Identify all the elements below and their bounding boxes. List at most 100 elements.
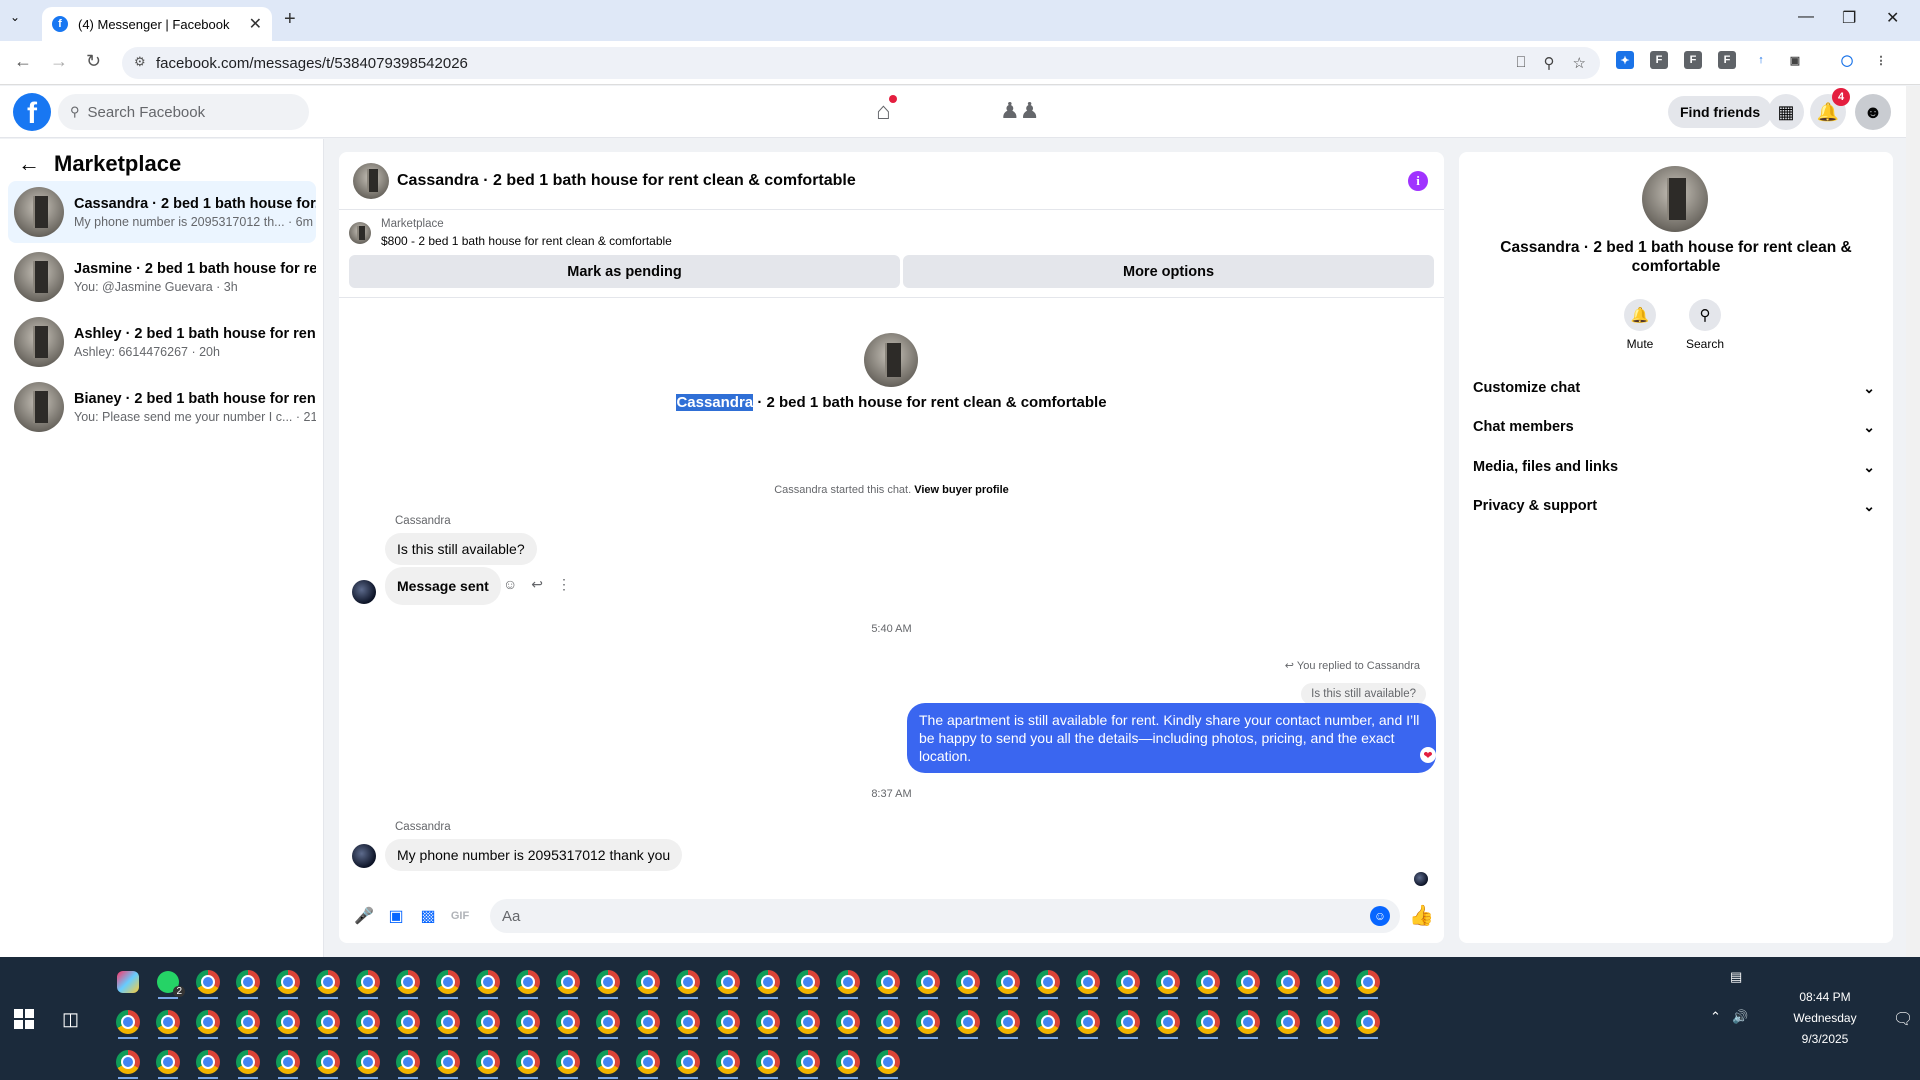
taskbar-chrome-window[interactable] <box>508 1005 548 1039</box>
taskbar-chrome-window[interactable] <box>588 1005 628 1039</box>
taskbar-chrome-window[interactable] <box>348 1005 388 1039</box>
taskbar-chrome-window[interactable] <box>428 1045 468 1079</box>
taskbar-chrome-window[interactable] <box>1188 965 1228 999</box>
info-icon[interactable]: i <box>1408 171 1428 191</box>
taskbar-chrome-window[interactable] <box>668 1045 708 1079</box>
display-icon[interactable]: ▤ <box>1730 969 1742 985</box>
message-bubble[interactable]: Message sent <box>385 567 501 605</box>
taskbar-copilot[interactable] <box>108 965 148 999</box>
taskbar-chrome-window[interactable] <box>668 1005 708 1039</box>
chat-members-section[interactable]: Chat members ⌄ <box>1473 410 1881 444</box>
task-view-icon[interactable]: ◫ <box>62 1009 79 1030</box>
extensions-menu-icon[interactable]: ▣ <box>1786 51 1804 69</box>
emoji-icon[interactable]: ☺ <box>1370 906 1390 926</box>
taskbar-chrome-window[interactable] <box>868 1005 908 1039</box>
details-avatar[interactable] <box>1642 166 1708 232</box>
friends-icon[interactable]: ♟♟ <box>1000 98 1039 124</box>
taskbar-chrome-window[interactable] <box>468 1045 508 1079</box>
taskbar-chrome-window[interactable] <box>988 1005 1028 1039</box>
media-files-links-section[interactable]: Media, files and links ⌄ <box>1473 450 1881 484</box>
taskbar-chrome-window[interactable] <box>1188 1005 1228 1039</box>
chat-avatar[interactable] <box>353 162 389 199</box>
taskbar-chrome-window[interactable] <box>548 965 588 999</box>
taskbar-chrome-window[interactable] <box>1228 965 1268 999</box>
page-scrollbar[interactable] <box>1906 86 1920 957</box>
clock[interactable]: 08:44 PM Wednesday 9/3/2025 <box>1770 987 1880 1050</box>
notifications-bell-icon[interactable]: 🔔 4 <box>1810 88 1850 130</box>
extension-f-icon[interactable]: F <box>1650 51 1668 69</box>
taskbar-chrome-window[interactable] <box>348 965 388 999</box>
taskbar-chrome-window[interactable] <box>1148 965 1188 999</box>
taskbar-chrome-window[interactable] <box>588 1045 628 1079</box>
privacy-support-section[interactable]: Privacy & support ⌄ <box>1473 489 1881 523</box>
taskbar-chrome-window[interactable] <box>428 965 468 999</box>
chrome-menu-icon[interactable]: ⋮ <box>1872 51 1890 69</box>
conversation-item[interactable]: Cassandra · 2 bed 1 bath house for... My… <box>8 181 316 243</box>
home-icon[interactable]: ⌂ <box>876 95 897 126</box>
mute-button[interactable]: 🔔 Mute <box>1610 299 1670 351</box>
address-bar[interactable]: ⚙ facebook.com/messages/t/53840793985420… <box>122 47 1600 79</box>
conversation-item[interactable]: Bianey · 2 bed 1 bath house for ren... Y… <box>8 376 316 438</box>
sender-avatar[interactable] <box>352 844 376 868</box>
microphone-icon[interactable]: 🎤 <box>353 906 375 926</box>
conversation-item[interactable]: Jasmine · 2 bed 1 bath house for re... Y… <box>8 246 316 308</box>
taskbar-chrome-window[interactable] <box>748 1045 788 1079</box>
taskbar-chrome-window[interactable] <box>588 965 628 999</box>
my-message-bubble[interactable]: The apartment is still available for ren… <box>907 703 1436 773</box>
taskbar-chrome-window[interactable] <box>868 1045 908 1079</box>
taskbar-chrome-window[interactable] <box>828 1005 868 1039</box>
taskbar-chrome-window[interactable] <box>1068 1005 1108 1039</box>
taskbar-chrome-window[interactable] <box>388 1005 428 1039</box>
minimize-icon[interactable]: — <box>1798 8 1814 26</box>
taskbar-chrome-window[interactable] <box>148 1005 188 1039</box>
taskbar-chrome-window[interactable] <box>628 1005 668 1039</box>
taskbar-chrome-window[interactable] <box>1348 965 1388 999</box>
taskbar-chrome-window[interactable] <box>108 1005 148 1039</box>
marketplace-listing-row[interactable]: Marketplace $800 - 2 bed 1 bath house fo… <box>349 218 672 248</box>
back-icon[interactable]: ← <box>14 51 32 72</box>
close-tab-icon[interactable]: ✕ <box>249 14 262 34</box>
taskbar-chrome-window[interactable] <box>108 1045 148 1079</box>
windows-start-icon[interactable] <box>14 1009 34 1029</box>
quoted-message[interactable]: Is this still available? <box>1301 683 1426 705</box>
taskbar-chrome-window[interactable] <box>948 965 988 999</box>
taskbar-chrome-window[interactable] <box>1268 1005 1308 1039</box>
taskbar-chrome-window[interactable] <box>548 1045 588 1079</box>
message-bubble[interactable]: My phone number is 2095317012 thank you <box>385 839 683 871</box>
sender-avatar[interactable] <box>352 580 376 604</box>
taskbar-chrome-window[interactable] <box>348 1045 388 1079</box>
zoom-icon[interactable]: ⚲ <box>1544 54 1555 72</box>
taskbar-chrome-window[interactable] <box>308 1005 348 1039</box>
taskbar-chrome-window[interactable] <box>188 965 228 999</box>
taskbar-chrome-window[interactable] <box>948 1005 988 1039</box>
taskbar-chrome-window[interactable] <box>788 1005 828 1039</box>
taskbar-chrome-window[interactable] <box>1068 965 1108 999</box>
taskbar-chrome-window[interactable] <box>388 1045 428 1079</box>
forward-icon[interactable]: → <box>50 51 68 72</box>
more-options-button[interactable]: More options <box>903 255 1434 288</box>
taskbar-chrome-window[interactable] <box>1108 1005 1148 1039</box>
taskbar-chrome-window[interactable] <box>468 965 508 999</box>
taskbar-chrome-window[interactable] <box>1308 1005 1348 1039</box>
taskbar-chrome-window[interactable] <box>668 965 708 999</box>
taskbar-chrome-window[interactable] <box>228 1005 268 1039</box>
reply-icon[interactable]: ↩ <box>531 576 543 593</box>
extension-puzzle-icon[interactable]: ✦ <box>1616 51 1634 69</box>
search-button[interactable]: ⚲ Search <box>1675 299 1735 351</box>
taskbar-chrome-window[interactable] <box>508 1045 548 1079</box>
find-friends-button[interactable]: Find friends <box>1668 96 1773 128</box>
taskbar-chrome-window[interactable] <box>1028 1005 1068 1039</box>
taskbar-chrome-window[interactable] <box>748 1005 788 1039</box>
extension-f-icon[interactable]: F <box>1718 51 1736 69</box>
message-input[interactable]: Aa ☺ <box>490 899 1400 933</box>
message-bubble[interactable]: Is this still available? <box>385 533 537 565</box>
taskbar-chrome-window[interactable] <box>508 965 548 999</box>
react-emoji-icon[interactable]: ☺ <box>503 576 517 593</box>
new-tab-icon[interactable]: + <box>284 8 296 31</box>
taskbar-chrome-window[interactable] <box>748 965 788 999</box>
taskbar-chrome-window[interactable] <box>908 1005 948 1039</box>
chat-title[interactable]: Cassandra · 2 bed 1 bath house for rent … <box>397 172 856 190</box>
taskbar-chrome-window[interactable] <box>148 1045 188 1079</box>
facebook-logo-icon[interactable]: f <box>13 93 51 131</box>
extension-arrow-icon[interactable]: ↑ <box>1752 51 1770 69</box>
